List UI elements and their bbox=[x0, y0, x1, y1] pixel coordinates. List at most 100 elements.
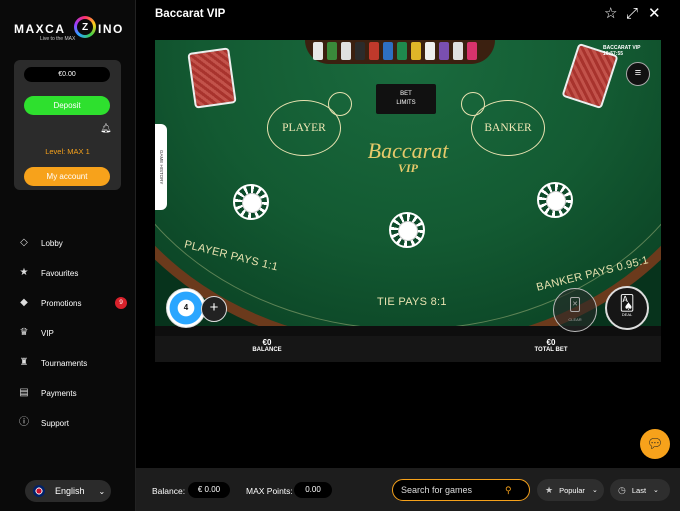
chat-icon: 💬︎ bbox=[646, 436, 664, 451]
search-icon[interactable]: ⚲ bbox=[505, 485, 512, 496]
tag-icon: ◆ bbox=[20, 297, 28, 308]
cards-icon: 🂡 bbox=[619, 295, 635, 312]
page-title: Baccarat VIP bbox=[155, 8, 226, 20]
sidebar-item-label: VIP bbox=[41, 328, 54, 338]
tie-payout-label: TIE PAYS 8:1 bbox=[377, 296, 447, 308]
chip-stack bbox=[313, 42, 323, 60]
diamond-icon: ◇ bbox=[20, 237, 28, 248]
logo-text-mid: Z bbox=[77, 19, 93, 35]
wallet-panel: €0.00 Deposit 🔔︎ Level: MAX 1 My account bbox=[14, 60, 121, 190]
bottom-bar: Balance: € 0.00 MAX Points: 0.00 ⚲ ★ Pop… bbox=[136, 468, 680, 511]
language-label: English bbox=[55, 486, 85, 496]
close-icon[interactable]: ✕ bbox=[648, 6, 661, 22]
recent-dropdown[interactable]: ◷ Last ⌄ bbox=[610, 479, 670, 501]
wallet-icon: ▤ bbox=[19, 387, 29, 398]
fullscreen-icon[interactable]: ⤢ bbox=[626, 6, 638, 22]
game-frame[interactable]: BACCARAT VIP 10:57:55 ≡ BET LIMITS PLAYE… bbox=[155, 40, 661, 362]
card-shoe bbox=[187, 47, 237, 109]
table-brand: Baccarat VIP bbox=[353, 140, 463, 175]
chip-stack bbox=[327, 42, 337, 60]
clear-icon: ✕ bbox=[570, 297, 580, 312]
star-icon: ★ bbox=[19, 267, 29, 278]
chip-stack bbox=[453, 42, 463, 60]
max-points-label: MAX Points: bbox=[246, 486, 293, 496]
chevron-down-icon: ⌄ bbox=[591, 487, 598, 494]
info-icon: ⓘ bbox=[19, 417, 29, 428]
player-chip-spot[interactable] bbox=[233, 184, 269, 220]
selected-chip[interactable]: 4 bbox=[166, 288, 206, 328]
add-chip-icon[interactable]: + bbox=[201, 296, 227, 322]
sidebar-item-label: Promotions bbox=[41, 298, 82, 308]
sidebar-item-favourites[interactable]: ★ Favourites bbox=[18, 258, 133, 288]
search-box[interactable]: ⚲ bbox=[392, 479, 530, 501]
sidebar-item-label: Payments bbox=[41, 388, 77, 398]
deal-button[interactable]: 🂡 DEAL bbox=[605, 286, 649, 330]
total-bet-value: €0 bbox=[546, 338, 556, 347]
sidebar-nav: ◇ Lobby ★ Favourites ◆ Promotions 9 ♛ VI… bbox=[18, 228, 133, 438]
sidebar-item-lobby[interactable]: ◇ Lobby bbox=[18, 228, 133, 258]
chip-stack bbox=[369, 42, 379, 60]
sidebar: MAXCA Z INO Live to the MAX €0.00 Deposi… bbox=[0, 0, 136, 511]
favourite-star-icon[interactable]: ☆ bbox=[604, 6, 617, 22]
sidebar-item-tournaments[interactable]: ♜ Tournaments bbox=[18, 348, 133, 378]
deal-label: DEAL bbox=[621, 312, 633, 317]
banker-pair-spot[interactable] bbox=[461, 92, 485, 116]
sidebar-item-label: Support bbox=[41, 418, 70, 428]
balance-display: €0.00 bbox=[24, 67, 110, 82]
sidebar-item-promotions[interactable]: ◆ Promotions 9 bbox=[18, 288, 133, 318]
deposit-button[interactable]: Deposit bbox=[24, 96, 110, 115]
clear-button[interactable]: ✕ CLEAR bbox=[553, 288, 597, 332]
dealer-chip-tray bbox=[305, 40, 495, 64]
crown-icon: ♛ bbox=[19, 327, 29, 338]
bet-limits-button[interactable]: BET LIMITS bbox=[376, 84, 436, 114]
chip-stack bbox=[425, 42, 435, 60]
chip-stack bbox=[383, 42, 393, 60]
chip-stack bbox=[467, 42, 477, 60]
search-input[interactable] bbox=[393, 485, 505, 495]
uk-flag-icon bbox=[33, 485, 45, 497]
logo-tagline: Live to the MAX bbox=[40, 36, 76, 42]
sidebar-item-vip[interactable]: ♛ VIP bbox=[18, 318, 133, 348]
app-root: MAXCA Z INO Live to the MAX €0.00 Deposi… bbox=[0, 0, 680, 511]
game-menu-icon[interactable]: ≡ bbox=[626, 62, 650, 86]
vip-level: Level: MAX 1 bbox=[45, 147, 90, 156]
bet-limits-label-1: BET bbox=[400, 91, 412, 97]
sidebar-item-label: Tournaments bbox=[41, 358, 88, 368]
logo-emblem: Z bbox=[74, 16, 96, 38]
promotions-count-badge: 9 bbox=[115, 297, 127, 309]
sidebar-item-label: Favourites bbox=[41, 268, 79, 278]
chip-stack bbox=[341, 42, 351, 60]
bell-icon[interactable]: 🔔︎ bbox=[100, 123, 111, 134]
game-balance-label: BALANCE bbox=[252, 347, 282, 353]
bet-limits-label-2: LIMITS bbox=[396, 100, 416, 106]
chevron-down-icon: ⌄ bbox=[98, 486, 106, 496]
balance-value: € 0.00 bbox=[188, 482, 230, 498]
brand-sub: VIP bbox=[397, 161, 418, 175]
sidebar-item-support[interactable]: ⓘ Support bbox=[18, 408, 133, 438]
balance-label: Balance: bbox=[152, 486, 186, 496]
total-bet-label: TOTAL BET bbox=[534, 347, 568, 353]
my-account-button[interactable]: My account bbox=[24, 167, 110, 186]
chip-stack bbox=[411, 42, 421, 60]
max-points-value: 0.00 bbox=[294, 482, 332, 498]
star-icon: ★ bbox=[545, 484, 554, 495]
sidebar-item-label: Lobby bbox=[41, 238, 63, 248]
logo[interactable]: MAXCA Z INO Live to the MAX bbox=[14, 16, 122, 44]
banker-chip-spot[interactable] bbox=[537, 182, 573, 218]
sidebar-item-payments[interactable]: ▤ Payments bbox=[18, 378, 133, 408]
game-history-tab[interactable]: GAME HISTORY bbox=[155, 124, 167, 210]
clear-label: CLEAR bbox=[568, 317, 582, 322]
language-selector[interactable]: English ⌄ bbox=[25, 480, 111, 502]
chip-stack bbox=[439, 42, 449, 60]
tie-chip-spot[interactable] bbox=[389, 212, 425, 248]
sort-label: Popular bbox=[559, 485, 585, 495]
chip-stack bbox=[397, 42, 407, 60]
chip-stack bbox=[355, 42, 365, 60]
sort-dropdown[interactable]: ★ Popular ⌄ bbox=[537, 479, 604, 501]
info-bar bbox=[155, 336, 661, 362]
chat-button[interactable]: 💬︎ bbox=[640, 429, 670, 459]
logo-text-left: MAXCA bbox=[14, 22, 66, 36]
player-pair-spot[interactable] bbox=[328, 92, 352, 116]
logo-text-right: INO bbox=[98, 22, 124, 36]
game-balance: €0 BALANCE bbox=[251, 338, 283, 353]
